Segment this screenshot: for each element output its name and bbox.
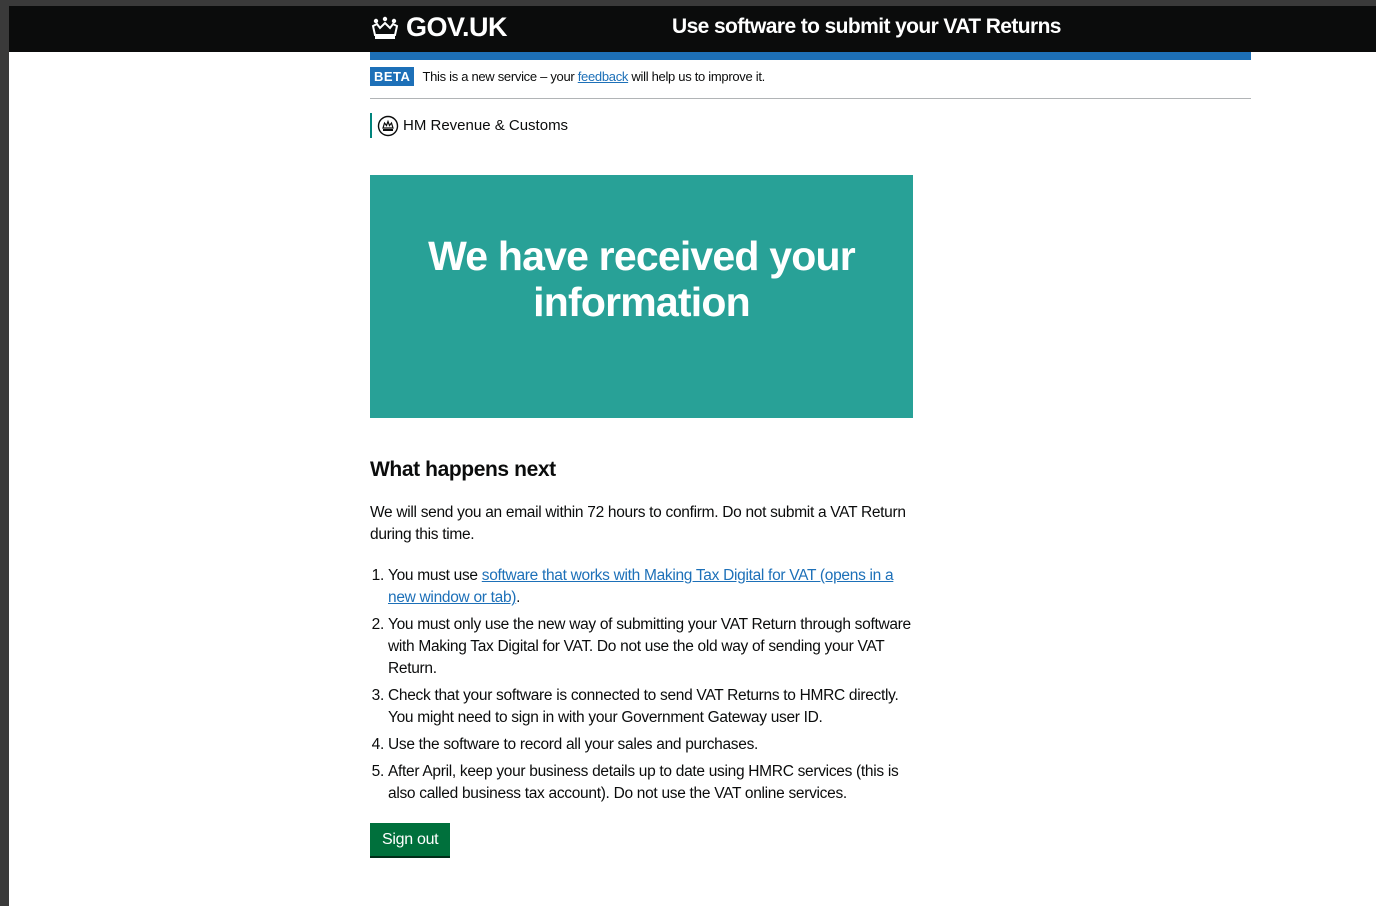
phase-banner-text: This is a new service – your feedback wi… [422,67,765,87]
list-item: You must only use the new way of submitt… [388,614,915,680]
step-1-text-after: . [516,589,521,606]
main-content: What happens next We will send you an em… [370,456,915,856]
confirmation-title: We have received your information [428,233,856,325]
intro-paragraph: We will send you an email within 72 hour… [370,504,906,543]
govuk-header: GOV.UK Use software to submit your VAT R… [9,6,1376,52]
confirmation-panel: We have received your information [370,175,913,418]
list-item: You must use software that works with Ma… [388,565,915,609]
beta-tag: BETA [370,67,415,86]
browser-viewport: GOV.UK Use software to submit your VAT R… [9,6,1376,906]
list-item: Use the software to record all your sale… [388,734,915,756]
hmrc-crest-icon [377,115,399,136]
sign-out-button[interactable]: Sign out [370,823,451,856]
govuk-logo-link[interactable]: GOV.UK [370,12,508,43]
next-steps-list: You must use software that works with Ma… [370,565,915,805]
list-item: After April, keep your business details … [388,761,915,805]
phase-banner: BETA This is a new service – your feedba… [370,67,1251,99]
service-name-link[interactable]: Use software to submit your VAT Returns [672,15,1061,39]
list-item: Check that your software is connected to… [388,685,915,729]
header-blue-bar [370,52,1251,60]
phase-banner-text-after: will help us to improve it. [628,69,765,84]
hmrc-organisation-logo: HM Revenue & Customs [370,113,568,138]
what-happens-next-heading: What happens next [370,458,556,481]
organisation-name: HM Revenue & Customs [403,117,569,134]
step-1-text-before: You must use [388,567,482,584]
govuk-logo-text: GOV.UK [406,12,508,42]
feedback-link[interactable]: feedback [578,69,629,84]
crown-icon [371,16,399,39]
phase-banner-text-before: This is a new service – your [422,69,578,84]
